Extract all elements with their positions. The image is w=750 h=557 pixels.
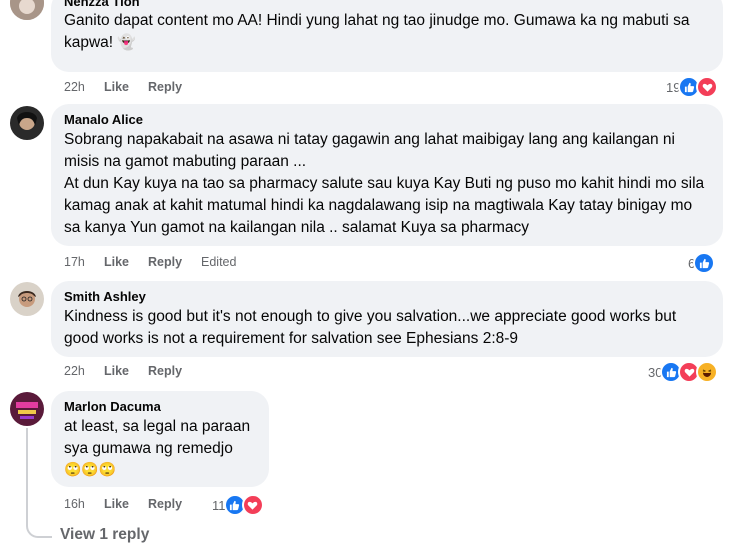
reaction-summary[interactable]: 11 xyxy=(212,494,264,516)
reply-button[interactable]: Reply xyxy=(148,80,201,94)
comment-text: Kindness is good but it's not enough to … xyxy=(64,308,677,347)
ghost-emoji: 👻 xyxy=(117,34,137,51)
like-button[interactable]: Like xyxy=(104,364,148,378)
comment-actions: 22h Like Reply xyxy=(64,362,201,380)
timestamp[interactable]: 22h xyxy=(64,364,104,378)
view-replies-link[interactable]: View 1 reply xyxy=(60,526,149,544)
reply-thread-line xyxy=(26,428,52,538)
comment-author[interactable]: Nenzza Tion xyxy=(64,0,710,10)
avatar[interactable] xyxy=(10,282,44,316)
comment-actions: 16h Like Reply xyxy=(64,495,201,513)
comment-actions: 17h Like Reply Edited xyxy=(64,253,236,271)
comment-author[interactable]: Smith Ashley xyxy=(64,288,710,306)
reply-button[interactable]: Reply xyxy=(148,255,201,269)
comment-bubble: Smith Ashley Kindness is good but it's n… xyxy=(51,281,723,357)
comment-text: Sobrang napakabait na asawa ni tatay gag… xyxy=(64,131,705,236)
eye-roll-emoji: 🙄🙄🙄 xyxy=(64,461,117,477)
haha-icon xyxy=(696,361,719,383)
avatar[interactable] xyxy=(10,0,44,20)
comment-author[interactable]: Marlon Dacuma xyxy=(64,398,256,416)
reply-button[interactable]: Reply xyxy=(148,497,201,511)
reaction-summary[interactable]: 30 xyxy=(648,361,719,383)
avatar[interactable] xyxy=(10,392,44,426)
like-icon xyxy=(693,252,716,274)
edited-label[interactable]: Edited xyxy=(201,255,236,269)
comment-bubble: Marlon Dacuma at least, sa legal na para… xyxy=(51,391,269,487)
love-icon xyxy=(241,494,264,516)
comment-bubble: Nenzza Tion Ganito dapat content mo AA! … xyxy=(51,0,723,72)
love-icon xyxy=(696,76,719,98)
comment-text: Ganito dapat content mo AA! Hindi yung l… xyxy=(64,12,690,51)
reaction-summary[interactable]: 6 xyxy=(688,252,716,274)
avatar[interactable] xyxy=(10,106,44,140)
comment-actions: 22h Like Reply xyxy=(64,78,201,96)
comment-text: at least, sa legal na paraan sya gumawa … xyxy=(64,418,251,457)
comment-bubble: Manalo Alice Sobrang napakabait na asawa… xyxy=(51,104,723,246)
reply-button[interactable]: Reply xyxy=(148,364,201,378)
timestamp[interactable]: 22h xyxy=(64,80,104,94)
comment-author[interactable]: Manalo Alice xyxy=(64,111,710,129)
like-button[interactable]: Like xyxy=(104,80,148,94)
like-button[interactable]: Like xyxy=(104,255,148,269)
reaction-summary[interactable]: 19 xyxy=(666,76,719,98)
like-button[interactable]: Like xyxy=(104,497,148,511)
timestamp[interactable]: 16h xyxy=(64,497,104,511)
timestamp[interactable]: 17h xyxy=(64,255,104,269)
